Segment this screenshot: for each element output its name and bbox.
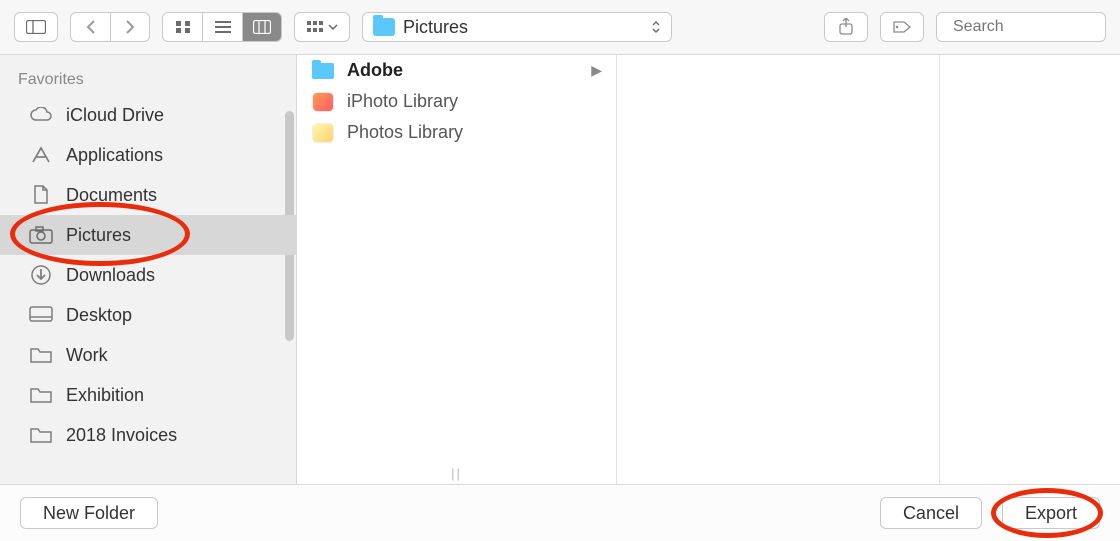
list-icon bbox=[215, 20, 231, 34]
sidebar-item-applications[interactable]: Applications bbox=[0, 135, 296, 175]
app-icon bbox=[311, 92, 335, 112]
sidebar-item-label: Desktop bbox=[66, 305, 132, 326]
download-icon bbox=[28, 264, 54, 286]
column-2 bbox=[940, 55, 1120, 484]
list-item[interactable]: iPhoto Library bbox=[297, 86, 616, 117]
back-button[interactable] bbox=[70, 12, 110, 42]
sidebar-item-label: 2018 Invoices bbox=[66, 425, 177, 446]
app-icon bbox=[311, 123, 335, 143]
sidebar-item-label: Exhibition bbox=[66, 385, 144, 406]
sidebar-icon bbox=[26, 20, 46, 34]
sidebar-item-label: Work bbox=[66, 345, 108, 366]
sidebar-item-label: iCloud Drive bbox=[66, 105, 164, 126]
button-label: Cancel bbox=[903, 503, 959, 524]
list-item-label: iPhoto Library bbox=[347, 91, 602, 112]
column-1 bbox=[617, 55, 940, 484]
search-field[interactable] bbox=[936, 12, 1106, 42]
list-item-label: Adobe bbox=[347, 60, 579, 81]
list-item[interactable]: Photos Library bbox=[297, 117, 616, 148]
folder-icon bbox=[311, 61, 335, 81]
list-item[interactable]: Adobe ▶ bbox=[297, 55, 616, 86]
sidebar-item-downloads[interactable]: Downloads bbox=[0, 255, 296, 295]
view-mode-segment bbox=[162, 12, 282, 42]
updown-icon bbox=[651, 20, 661, 34]
sidebar-item-pictures[interactable]: Pictures bbox=[0, 215, 296, 255]
tag-icon bbox=[892, 20, 912, 34]
forward-button[interactable] bbox=[110, 12, 150, 42]
path-popup[interactable]: Pictures bbox=[362, 12, 672, 42]
camera-icon bbox=[28, 224, 54, 246]
button-label: New Folder bbox=[43, 503, 135, 524]
nav-segment bbox=[70, 12, 150, 42]
apps-icon bbox=[28, 144, 54, 166]
sidebar-item-icloud[interactable]: iCloud Drive bbox=[0, 95, 296, 135]
columns-icon bbox=[253, 20, 271, 34]
chevron-right-icon bbox=[125, 20, 135, 34]
list-item-label: Photos Library bbox=[347, 122, 602, 143]
view-icons-button[interactable] bbox=[162, 12, 202, 42]
export-button[interactable]: Export bbox=[1002, 497, 1100, 529]
column-0: Adobe ▶ iPhoto Library Photos Library || bbox=[297, 55, 617, 484]
chevron-down-icon bbox=[328, 24, 338, 30]
sidebar-item-label: Applications bbox=[66, 145, 163, 166]
document-icon bbox=[28, 184, 54, 206]
current-folder-label: Pictures bbox=[403, 17, 643, 38]
sidebar: Favorites iCloud Drive Applications Docu… bbox=[0, 55, 297, 484]
sidebar-item-label: Documents bbox=[66, 185, 157, 206]
folder-icon bbox=[28, 384, 54, 406]
sidebar-item-exhibition[interactable]: Exhibition bbox=[0, 375, 296, 415]
arrange-icon bbox=[306, 20, 324, 34]
cloud-icon bbox=[28, 104, 54, 126]
desktop-icon bbox=[28, 304, 54, 326]
view-columns-button[interactable] bbox=[242, 12, 282, 42]
sidebar-item-label: Downloads bbox=[66, 265, 155, 286]
sidebar-item-documents[interactable]: Documents bbox=[0, 175, 296, 215]
cancel-button[interactable]: Cancel bbox=[880, 497, 982, 529]
view-list-button[interactable] bbox=[202, 12, 242, 42]
tags-button[interactable] bbox=[880, 12, 924, 42]
sidebar-heading: Favorites bbox=[0, 55, 296, 95]
folder-icon bbox=[373, 18, 395, 36]
column-resize-handle[interactable]: || bbox=[451, 466, 462, 481]
sidebar-item-2018-invoices[interactable]: 2018 Invoices bbox=[0, 415, 296, 455]
sidebar-item-desktop[interactable]: Desktop bbox=[0, 295, 296, 335]
chevron-right-icon: ▶ bbox=[591, 62, 602, 79]
chevron-left-icon bbox=[86, 20, 96, 34]
footer: New Folder Cancel Export bbox=[0, 485, 1120, 541]
sidebar-item-work[interactable]: Work bbox=[0, 335, 296, 375]
new-folder-button[interactable]: New Folder bbox=[20, 497, 158, 529]
folder-icon bbox=[28, 344, 54, 366]
sidebar-toggle-button[interactable] bbox=[14, 12, 58, 42]
arrange-button[interactable] bbox=[294, 12, 350, 42]
search-input[interactable] bbox=[953, 18, 1120, 36]
grid-icon bbox=[175, 20, 191, 34]
footer-right-group: Cancel Export bbox=[880, 497, 1100, 529]
main-split: Favorites iCloud Drive Applications Docu… bbox=[0, 55, 1120, 485]
column-browser: Adobe ▶ iPhoto Library Photos Library || bbox=[297, 55, 1120, 484]
sidebar-item-label: Pictures bbox=[66, 225, 131, 246]
share-button[interactable] bbox=[824, 12, 868, 42]
folder-icon bbox=[28, 424, 54, 446]
share-icon bbox=[838, 18, 854, 36]
toolbar: Pictures bbox=[0, 0, 1120, 55]
button-label: Export bbox=[1025, 503, 1077, 524]
